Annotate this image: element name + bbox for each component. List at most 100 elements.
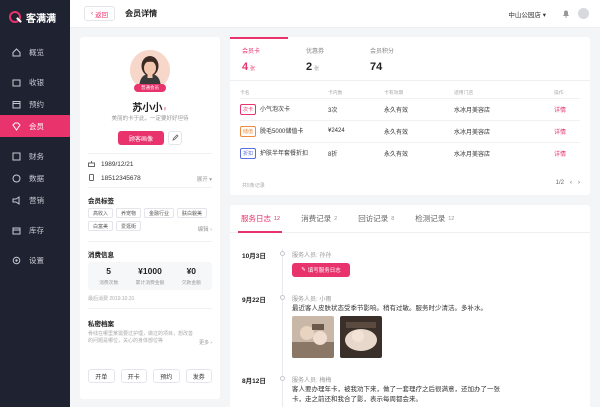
sidebar-item-inventory[interactable]: 库存 <box>0 219 70 241</box>
sidebar-item-label: 概览 <box>29 47 44 57</box>
calendar-icon <box>12 100 21 109</box>
page-title: 会员详情 <box>125 9 158 18</box>
card-type-badge: 储值 <box>240 125 257 137</box>
table-row: 储值 脱毛5000储值卡 ¥2424 永久有效 水冰月美容店 详情 <box>240 119 580 142</box>
timeline-line <box>282 249 283 407</box>
chevron-left-icon[interactable]: ‹ <box>570 180 572 186</box>
logo-icon <box>9 11 21 23</box>
detail-link[interactable]: 详情 <box>554 152 566 158</box>
tags-edit-link[interactable]: 编辑 › <box>198 225 212 233</box>
sidebar-item-booking[interactable]: 预约 <box>0 93 70 115</box>
col-header: 卡名 <box>240 90 250 96</box>
divider <box>88 308 212 309</box>
member-tag: 养宠物 <box>116 208 142 218</box>
member-level-badge: 普通会员 <box>134 84 166 92</box>
log-photo[interactable] <box>340 316 382 358</box>
store-select[interactable]: 中山公园店 ▾ <box>508 9 546 19</box>
cards-table: 卡名 卡内数 卡有效期 适用门店 操作 次卡 小气泡次卡 3次 永久有效 水冰月美… <box>240 87 580 164</box>
member-tag: 金融行业 <box>144 208 175 218</box>
open-order-button[interactable]: 开单 <box>88 369 115 383</box>
sidebar-item-cashier[interactable]: 收银 <box>0 71 70 93</box>
back-button[interactable]: ‹ 返回 <box>84 6 116 21</box>
tab-test-record[interactable]: 检测记录 12 <box>404 205 464 233</box>
tab-service-log[interactable]: 服务日志 12 <box>230 205 290 233</box>
booking-button[interactable]: 预约 <box>153 369 180 383</box>
settings-icon <box>12 256 21 265</box>
log-photo[interactable] <box>292 316 334 358</box>
phone-row: 18512345678 展开 ▾ <box>88 174 212 183</box>
inventory-icon <box>12 226 21 235</box>
stat-count: 5 消费次数 <box>99 266 119 286</box>
sidebar-item-label: 设置 <box>29 255 44 265</box>
tab-coupons[interactable]: 优惠券 2张 <box>294 37 358 80</box>
app-name: 客满满 <box>26 13 56 25</box>
detail-link[interactable]: 详情 <box>554 108 566 114</box>
col-header: 卡内数 <box>328 90 343 96</box>
private-text: 骨线在哪里某需要过护理，做过的项目，想改善的问题是哪位，关心的身体部位等 <box>88 331 194 344</box>
card-type-badge: 折扣 <box>240 147 257 159</box>
tag-list: 高收入 养宠物 金融行业 肤白貌美 白富美 爱逛街 <box>88 208 212 231</box>
profile-card: 普通会员 苏小小♀ 美丽的卡于此，一定要好好坦待 顾客画像 1989/12/21… <box>80 37 220 399</box>
home-icon <box>12 47 21 57</box>
member-tag: 高收入 <box>88 208 114 218</box>
tab-points[interactable]: 会员积分 74 <box>358 37 422 80</box>
user-avatar[interactable] <box>578 8 589 19</box>
table-header: 卡名 卡内数 卡有效期 适用门店 操作 <box>240 87 580 98</box>
timeline-dot <box>280 376 285 381</box>
topbar: ‹ 返回 会员详情 中山公园店 ▾ <box>70 0 600 28</box>
edit-button[interactable] <box>168 131 182 145</box>
tags-title: 会员标签 <box>88 198 114 205</box>
sidebar-item-label: 库存 <box>29 225 44 235</box>
issue-coupon-button[interactable]: 发券 <box>185 369 212 383</box>
sidebar-item-overview[interactable]: 概览 <box>0 41 70 63</box>
pencil-icon <box>171 133 179 143</box>
member-signature: 美丽的卡于此，一定要好好坦待 <box>111 116 189 122</box>
tab-member-cards[interactable]: 会员卡 4张 <box>230 37 294 80</box>
table-row: 次卡 小气泡次卡 3次 永久有效 水冰月美容店 详情 <box>240 97 580 120</box>
consume-stats: 5 消费次数 ¥1000 累计消费金额 ¥0 欠款金额 <box>88 262 212 290</box>
col-header: 适用门店 <box>454 90 474 96</box>
chevron-right-icon[interactable]: › <box>578 180 580 186</box>
logs-panel: 服务日志 12 消费记录 2 回访记录 8 检测记录 12 10月3日 服务人员: 孙孙… <box>230 205 590 407</box>
log-date: 9月22日 <box>242 297 266 304</box>
timeline-dot <box>280 251 285 256</box>
tab-consume-record[interactable]: 消费记录 2 <box>290 205 347 233</box>
log-staff: 服务人员: 梅梅 <box>292 378 332 384</box>
record-count: 共5条记录 <box>242 183 265 189</box>
sidebar-item-finance[interactable]: 财务 <box>0 145 70 167</box>
stat-total: ¥1000 累计消费金额 <box>135 266 165 286</box>
sidebar-item-label: 收银 <box>29 77 44 87</box>
sidebar-item-marketing[interactable]: 营销 <box>0 189 70 211</box>
log-content: 最近客人皮肤状态受季节影响。稍有过敏。服务时少清洁。多补水。 <box>292 305 487 312</box>
member-tag: 白富美 <box>88 221 114 231</box>
private-more-link[interactable]: 更多 › <box>199 339 212 346</box>
expand-link[interactable]: 展开 ▾ <box>197 175 212 183</box>
open-card-button[interactable]: 开卡 <box>120 369 147 383</box>
sidebar-item-label: 预约 <box>29 99 44 109</box>
sidebar-item-label: 数据 <box>29 173 44 183</box>
sidebar-item-data[interactable]: 数据 <box>0 167 70 189</box>
sidebar-item-member[interactable]: 会员 <box>0 115 70 137</box>
member-name: 苏小小♀ <box>132 103 168 114</box>
sidebar-item-label: 财务 <box>29 151 44 161</box>
female-icon: ♀ <box>162 106 168 113</box>
sidebar-item-settings[interactable]: 设置 <box>0 249 70 271</box>
divider <box>88 153 212 154</box>
birthday-row: 1989/12/21 <box>88 160 212 169</box>
log-staff: 服务人员: 孙孙 <box>292 253 332 259</box>
last-consume-date: 最后消费 2019.10.31 <box>88 296 135 302</box>
bell-icon[interactable] <box>562 9 570 18</box>
cards-panel: 会员卡 4张 优惠券 2张 会员积分 74 卡名 卡内数 卡有效期 适用门店 操… <box>230 37 590 195</box>
card-type-badge: 次卡 <box>240 103 257 115</box>
member-tag: 爱逛街 <box>116 221 142 231</box>
cashier-icon <box>12 78 21 87</box>
log-date: 10月3日 <box>242 253 266 260</box>
tab-followup-record[interactable]: 回访记录 8 <box>347 205 404 233</box>
member-tag: 肤白貌美 <box>177 208 208 218</box>
customer-portrait-button[interactable]: 顾客画像 <box>118 131 164 145</box>
divider <box>88 187 212 188</box>
col-header: 操作 <box>554 90 564 96</box>
detail-link[interactable]: 详情 <box>554 130 566 136</box>
private-title: 私密档案 <box>88 321 114 328</box>
write-log-button[interactable]: ✎ 填写服务日志 <box>292 263 350 277</box>
